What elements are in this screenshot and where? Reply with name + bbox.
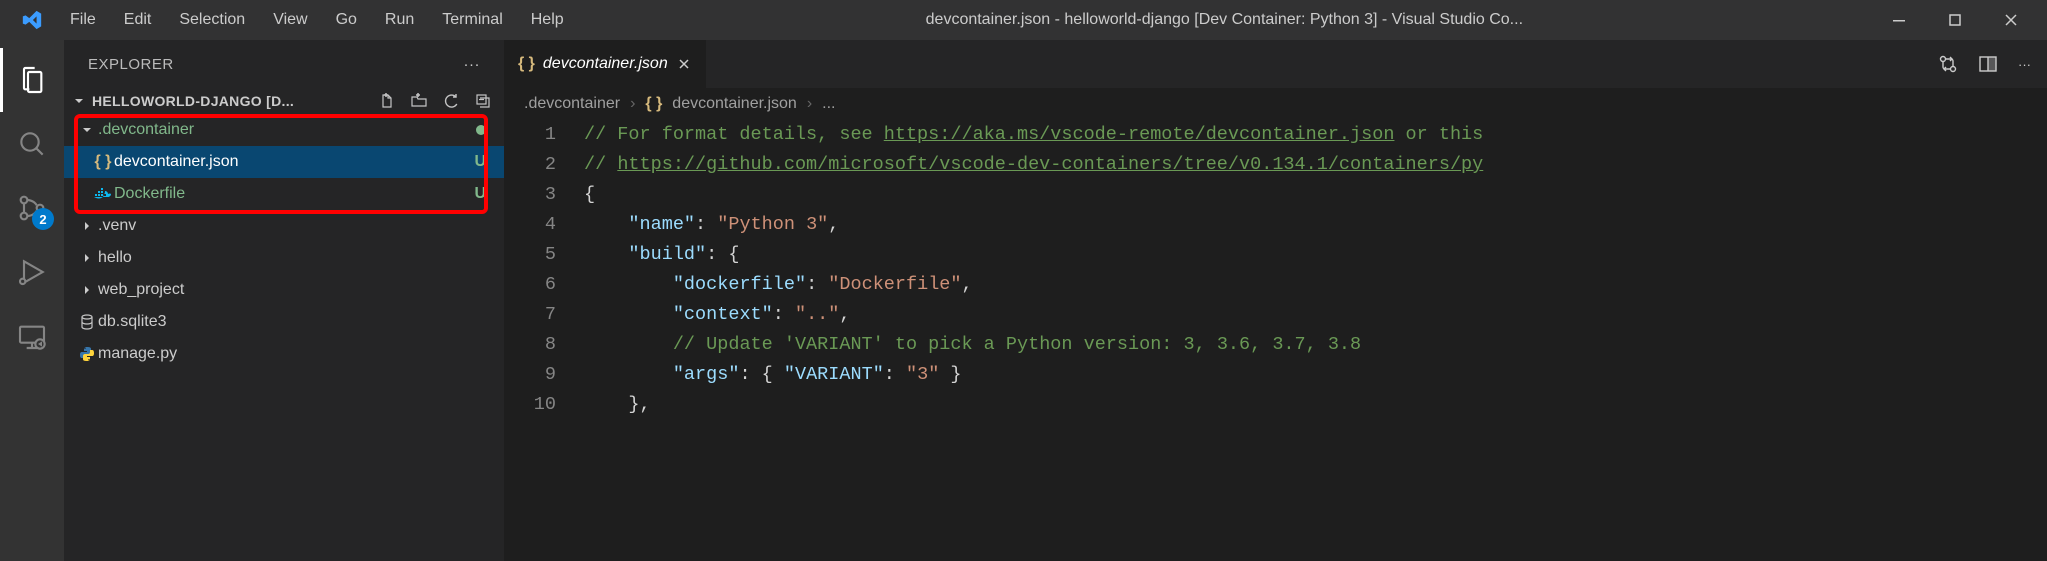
activity-search-icon[interactable] <box>0 112 64 176</box>
activity-bar: 2 <box>0 40 64 561</box>
chevron-right-icon: › <box>807 95 812 113</box>
sidebar-explorer: EXPLORER ··· HELLOWORLD-DJANGO [D... .de… <box>64 40 504 561</box>
tree-folder-devcontainer[interactable]: .devcontainer <box>64 114 504 146</box>
breadcrumb-item[interactable]: .devcontainer <box>524 95 620 113</box>
split-editor-icon[interactable] <box>1978 54 1998 74</box>
editor-area: { } devcontainer.json ··· .devcontainer … <box>504 40 2047 561</box>
window-controls <box>1871 0 2039 40</box>
tree-item-label: .venv <box>98 217 486 235</box>
chevron-right-icon <box>76 283 98 297</box>
activity-explorer-icon[interactable] <box>0 48 64 112</box>
explorer-actions <box>378 92 492 110</box>
more-icon[interactable]: ··· <box>2018 57 2031 72</box>
git-status: U <box>474 185 486 203</box>
chevron-down-icon <box>72 94 86 108</box>
editor-tabs: { } devcontainer.json ··· <box>504 40 2047 88</box>
sidebar-header: EXPLORER ··· <box>64 40 504 88</box>
titlebar: File Edit Selection View Go Run Terminal… <box>0 0 2047 40</box>
close-icon[interactable] <box>676 56 692 72</box>
tree-item-label: devcontainer.json <box>114 153 474 171</box>
menu-help[interactable]: Help <box>517 3 578 37</box>
chevron-right-icon <box>76 219 98 233</box>
sidebar-title: EXPLORER <box>88 56 174 73</box>
menu-edit[interactable]: Edit <box>110 3 166 37</box>
tree-file-devcontainer-json[interactable]: { } devcontainer.json U <box>64 146 504 178</box>
window-title: devcontainer.json - helloworld-django [D… <box>578 11 1871 29</box>
tree-folder-web-project[interactable]: web_project <box>64 274 504 306</box>
menu-file[interactable]: File <box>56 3 110 37</box>
menu-view[interactable]: View <box>259 3 321 37</box>
tree-file-manage-py[interactable]: manage.py <box>64 338 504 370</box>
breadcrumb-item[interactable]: ... <box>822 95 835 113</box>
menu-go[interactable]: Go <box>322 3 371 37</box>
tree-item-label: manage.py <box>98 345 486 363</box>
tree-item-label: .devcontainer <box>98 121 476 139</box>
tab-label: devcontainer.json <box>543 55 668 73</box>
docker-file-icon <box>92 187 114 201</box>
menu-selection[interactable]: Selection <box>165 3 259 37</box>
code-content[interactable]: // For format details, see https://aka.m… <box>584 120 2047 561</box>
line-gutter: 12345678910 <box>504 120 584 561</box>
tree-item-label: hello <box>98 249 486 267</box>
explorer-root[interactable]: HELLOWORLD-DJANGO [D... <box>64 88 504 114</box>
new-file-icon[interactable] <box>378 92 396 110</box>
explorer-root-label: HELLOWORLD-DJANGO [D... <box>92 93 294 109</box>
tree-folder-hello[interactable]: hello <box>64 242 504 274</box>
menu-terminal[interactable]: Terminal <box>428 3 516 37</box>
file-tree: .devcontainer { } devcontainer.json U Do… <box>64 114 504 370</box>
activity-remote-icon[interactable] <box>0 304 64 368</box>
maximize-button[interactable] <box>1927 0 1983 40</box>
tree-item-label: Dockerfile <box>114 185 474 203</box>
chevron-right-icon: › <box>630 95 635 113</box>
git-status-dot-icon <box>476 125 486 135</box>
tree-item-label: web_project <box>98 281 486 299</box>
activity-scm-icon[interactable]: 2 <box>0 176 64 240</box>
chevron-down-icon <box>76 123 98 137</box>
tree-file-db-sqlite3[interactable]: db.sqlite3 <box>64 306 504 338</box>
tab-devcontainer-json[interactable]: { } devcontainer.json <box>504 40 707 88</box>
minimize-button[interactable] <box>1871 0 1927 40</box>
python-file-icon <box>76 346 98 362</box>
breadcrumb-item[interactable]: devcontainer.json <box>672 95 797 113</box>
git-status: U <box>474 153 486 171</box>
editor-actions: ··· <box>1938 40 2047 88</box>
json-file-icon: { } <box>645 95 662 113</box>
compare-icon[interactable] <box>1938 54 1958 74</box>
json-file-icon: { } <box>518 55 535 73</box>
menu-bar: File Edit Selection View Go Run Terminal… <box>56 3 578 37</box>
db-file-icon <box>76 314 98 330</box>
code-editor[interactable]: 12345678910 // For format details, see h… <box>504 120 2047 561</box>
json-file-icon: { } <box>92 153 114 171</box>
sidebar-more-icon[interactable]: ··· <box>464 56 481 73</box>
collapse-all-icon[interactable] <box>474 92 492 110</box>
vscode-logo-icon <box>8 9 56 31</box>
chevron-right-icon <box>76 251 98 265</box>
activity-debug-icon[interactable] <box>0 240 64 304</box>
new-folder-icon[interactable] <box>410 92 428 110</box>
tree-item-label: db.sqlite3 <box>98 313 486 331</box>
refresh-icon[interactable] <box>442 92 460 110</box>
close-button[interactable] <box>1983 0 2039 40</box>
tree-folder-venv[interactable]: .venv <box>64 210 504 242</box>
scm-badge: 2 <box>32 208 54 230</box>
tree-file-dockerfile[interactable]: Dockerfile U <box>64 178 504 210</box>
breadcrumbs[interactable]: .devcontainer › { } devcontainer.json › … <box>504 88 2047 120</box>
menu-run[interactable]: Run <box>371 3 428 37</box>
